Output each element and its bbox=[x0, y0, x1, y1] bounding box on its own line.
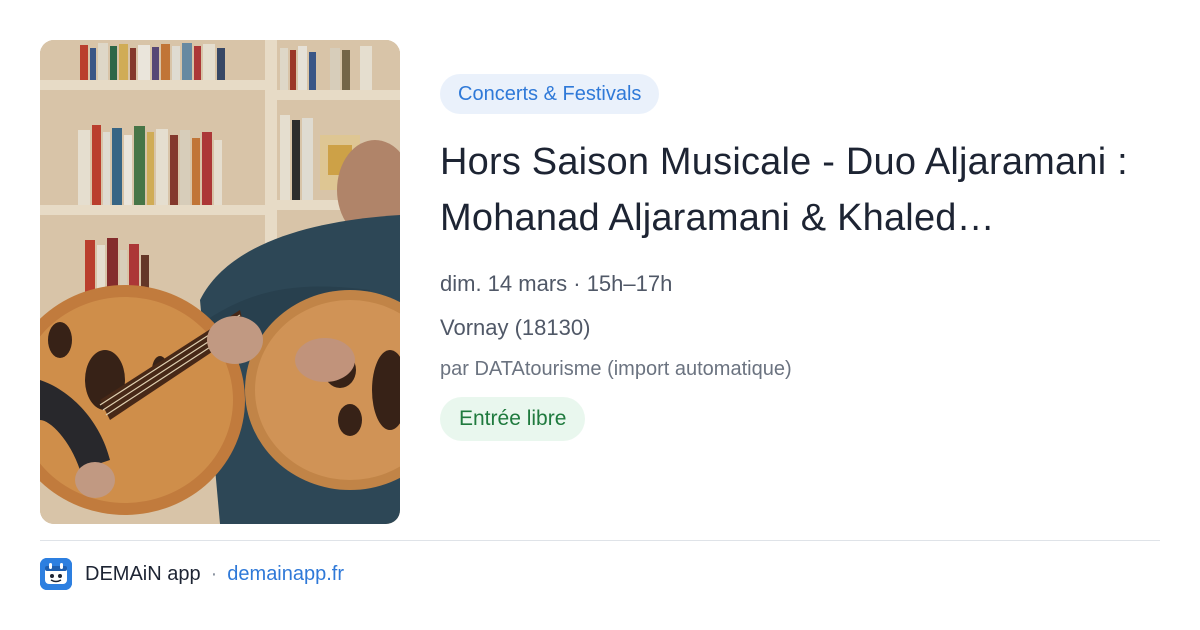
event-location: Vornay (18130) bbox=[440, 315, 591, 340]
footer-separator: · bbox=[210, 562, 218, 585]
event-organizer: par DATAtourisme (import automatique) bbox=[440, 358, 792, 380]
event-details: Concerts & Festivals Hors Saison Musical… bbox=[440, 74, 1160, 441]
price-badge: Entrée libre bbox=[440, 397, 586, 441]
category-chip[interactable]: Concerts & Festivals bbox=[440, 74, 660, 114]
site-link[interactable]: demainapp.fr bbox=[227, 563, 344, 586]
app-name: DEMAiN app bbox=[85, 562, 201, 585]
footer-divider bbox=[40, 540, 1160, 541]
event-photo[interactable] bbox=[40, 40, 400, 524]
event-photo-illustration bbox=[40, 40, 400, 524]
demain-app-icon[interactable] bbox=[40, 558, 72, 590]
event-title[interactable]: Hors Saison Musicale - Duo Aljaramani : … bbox=[440, 134, 1150, 246]
footer: DEMAiN app · demainapp.fr bbox=[40, 558, 344, 590]
event-date-time: dim. 14 mars · 15h–17h bbox=[440, 271, 673, 296]
